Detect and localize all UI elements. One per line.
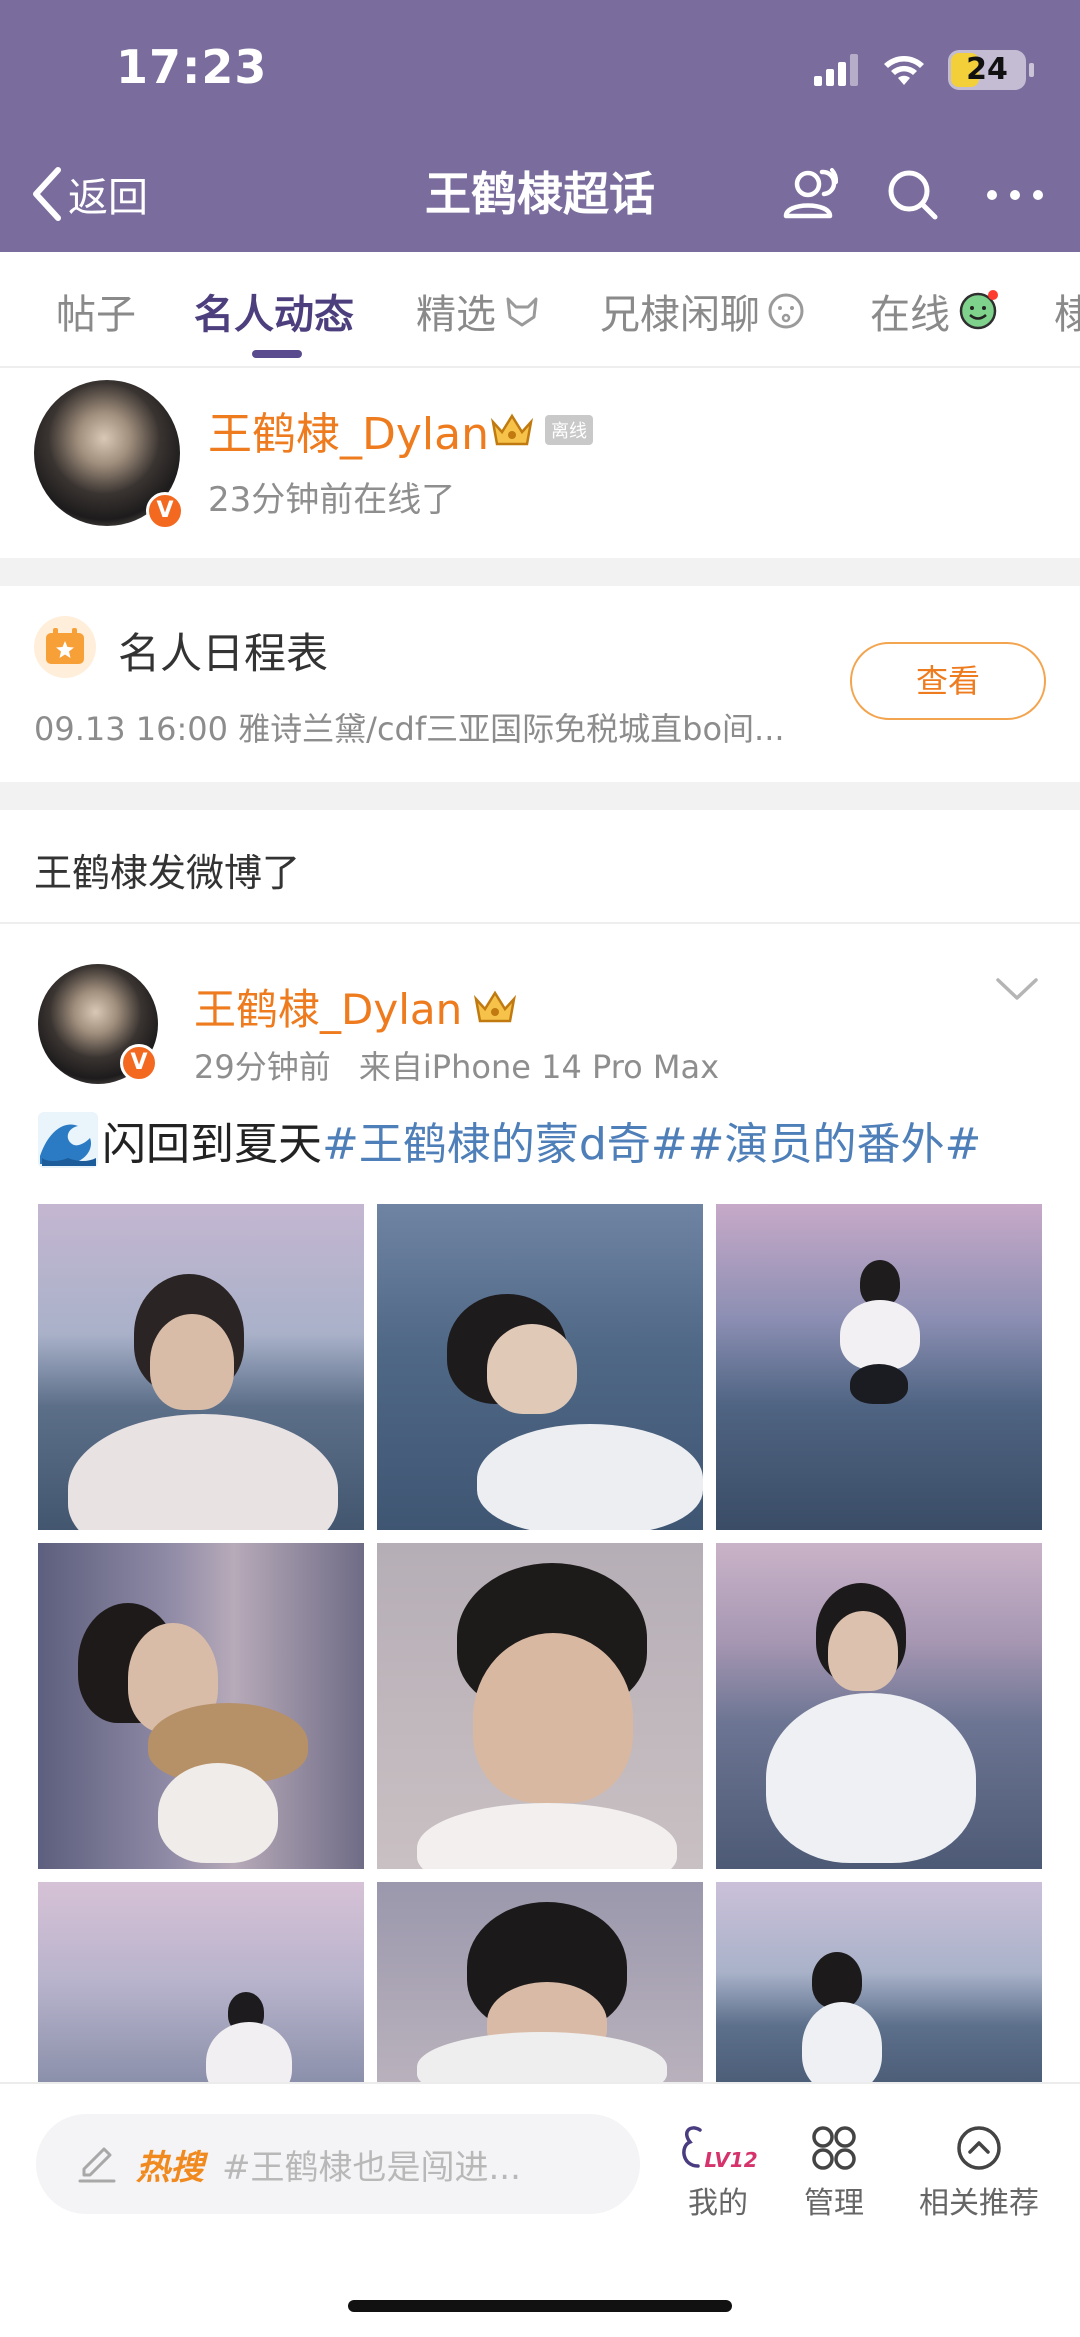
- hashtag-link[interactable]: #演员的番外#: [688, 1108, 982, 1172]
- status-time: 17:23: [116, 40, 268, 94]
- level-badge: LV12: [704, 2148, 758, 2172]
- header: 17:23 24 返回 王鹤棣超话: [0, 0, 1080, 252]
- wifi-icon: [884, 56, 924, 85]
- my-button[interactable]: LV12 我的: [672, 2118, 764, 2222]
- photo-thumbnail[interactable]: [377, 1543, 703, 1869]
- bottom-bar: 热搜 #王鹤棣也是闯进... LV12 我的 管理 相关推荐: [0, 2082, 1080, 2337]
- tab-active-indicator: [252, 350, 302, 358]
- manage-button[interactable]: 管理: [798, 2118, 870, 2222]
- face-icon: [768, 293, 804, 329]
- hot-search-input[interactable]: 热搜 #王鹤棣也是闯进...: [36, 2114, 640, 2214]
- hot-search-label: 热搜: [136, 2147, 204, 2188]
- related-label: 相关推荐: [919, 2186, 1039, 2221]
- tab-more[interactable]: 棣: [1054, 282, 1080, 340]
- nav-actions: [772, 160, 1054, 230]
- post-meta: 29分钟前 来自iPhone 14 Pro Max: [194, 1042, 719, 1088]
- post-time: 29分钟前: [194, 1048, 331, 1086]
- search-icon: [888, 170, 938, 220]
- schedule-item[interactable]: 09.13 16:00 雅诗兰黛/cdf三亚国际免税城直bo间...: [34, 704, 824, 750]
- group-chat-icon: [783, 168, 839, 219]
- home-indicator[interactable]: [348, 2300, 732, 2312]
- hot-search-query: #王鹤棣也是闯进...: [222, 2147, 521, 2188]
- verified-badge-icon: V: [146, 492, 184, 530]
- more-icon: [987, 190, 1043, 200]
- battery-level: 24: [966, 52, 1008, 87]
- tab-label: 名人动态: [194, 292, 354, 338]
- lv-e-icon: [682, 2126, 703, 2168]
- photo-thumbnail[interactable]: [38, 1543, 364, 1869]
- signal-icon: [814, 54, 858, 86]
- online-name-row: 王鹤棣_Dylan 离线: [208, 398, 593, 462]
- schedule-title: 名人日程表: [118, 629, 329, 678]
- tab-label: 帖子: [56, 292, 136, 338]
- post-author-name[interactable]: 王鹤棣_Dylan: [194, 976, 462, 1037]
- tab-celebrity-updates[interactable]: 名人动态: [194, 282, 354, 340]
- chevron-down-icon[interactable]: [994, 974, 1040, 1004]
- my-label: 我的: [688, 2186, 748, 2221]
- crown-icon: [474, 990, 517, 1022]
- verified-badge-icon: V: [120, 1044, 158, 1082]
- pencil-icon: [78, 2147, 116, 2183]
- search-button[interactable]: [874, 160, 952, 230]
- view-schedule-button[interactable]: 查看: [850, 642, 1046, 720]
- smile-icon: [959, 290, 998, 330]
- tab-label: 棣: [1054, 282, 1080, 340]
- nav-bar: 返回 王鹤棣超话: [0, 150, 1080, 240]
- section-title: 王鹤棣发微博了: [34, 851, 301, 895]
- chevron-left-icon: [33, 167, 61, 221]
- tab-online[interactable]: 在线: [870, 282, 1000, 340]
- hashtag-link[interactable]: #王鹤棣的蒙d奇#: [322, 1108, 688, 1172]
- calendar-icon: [46, 628, 84, 664]
- more-button[interactable]: [976, 160, 1054, 230]
- back-button[interactable]: 返回: [30, 164, 148, 224]
- post-author-row: 王鹤棣_Dylan: [194, 976, 518, 1037]
- schedule-icon: [34, 616, 96, 678]
- post-text: 闪回到夏天 #王鹤棣的蒙d奇# #演员的番外#: [38, 1108, 981, 1172]
- manage-icon: [812, 2126, 856, 2170]
- tab-posts[interactable]: 帖子: [56, 282, 136, 340]
- tab-featured[interactable]: 精选: [416, 282, 542, 340]
- divider: [0, 922, 1080, 924]
- status-icons: 24: [814, 48, 1034, 92]
- celebrity-online-card[interactable]: V 王鹤棣_Dylan 离线 23分钟前在线了: [0, 368, 1080, 558]
- group-chat-button[interactable]: [772, 160, 850, 230]
- tab-label: 兄棣闲聊: [600, 292, 760, 338]
- photo-thumbnail[interactable]: [716, 1543, 1042, 1869]
- photo-thumbnail[interactable]: [716, 1882, 1042, 2082]
- divider: [0, 782, 1080, 810]
- related-recommend-button[interactable]: 相关推荐: [914, 2118, 1044, 2222]
- photo-thumbnail[interactable]: [716, 1204, 1042, 1530]
- celebrity-name[interactable]: 王鹤棣_Dylan: [208, 398, 489, 462]
- tab-chat[interactable]: 兄棣闲聊: [600, 282, 806, 340]
- post-body: 闪回到夏天: [102, 1119, 322, 1170]
- manage-label: 管理: [804, 2186, 864, 2221]
- tab-bar: 帖子 名人动态 精选 兄棣闲聊 在线 棣: [0, 252, 1080, 368]
- photo-thumbnail[interactable]: [377, 1882, 703, 2082]
- schedule-card: 名人日程表 09.13 16:00 雅诗兰黛/cdf三亚国际免税城直bo间...…: [0, 586, 1080, 782]
- photo-thumbnail[interactable]: [377, 1204, 703, 1530]
- wave-emoji-icon: [38, 1112, 98, 1168]
- photo-thumbnail[interactable]: [38, 1204, 364, 1530]
- tab-label: 在线: [870, 292, 950, 338]
- tab-label: 精选: [416, 292, 496, 338]
- post-source: 来自iPhone 14 Pro Max: [358, 1048, 720, 1086]
- level-icon: LV12: [672, 2118, 764, 2172]
- fox-icon: [506, 297, 538, 327]
- battery-icon: 24: [948, 50, 1034, 90]
- crown-icon: [490, 413, 534, 446]
- divider: [0, 558, 1080, 586]
- online-status: 23分钟前在线了: [208, 480, 456, 520]
- chevron-up-circle-icon: [957, 2126, 1001, 2170]
- status-bar: 17:23 24: [0, 0, 1080, 140]
- back-label: 返回: [68, 175, 148, 221]
- photo-thumbnail[interactable]: [38, 1882, 364, 2082]
- offline-tag: 离线: [545, 415, 593, 445]
